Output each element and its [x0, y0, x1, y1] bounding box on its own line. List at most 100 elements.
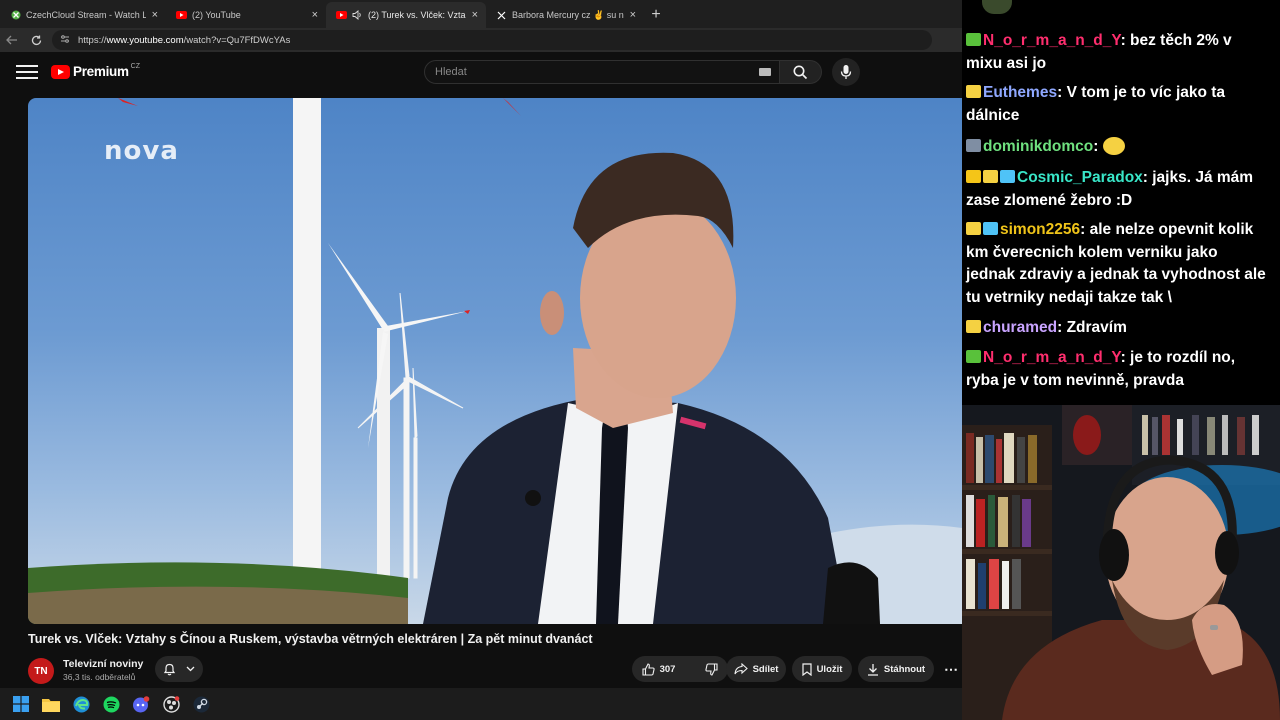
- download-icon: [867, 663, 878, 676]
- close-tab-icon[interactable]: ×: [630, 9, 636, 21]
- share-button[interactable]: Sdílet: [726, 656, 786, 682]
- edge-icon[interactable]: [70, 693, 92, 715]
- steam-icon[interactable]: [190, 693, 212, 715]
- chat-badge-icon: [966, 139, 981, 152]
- windows-start-icon[interactable]: [10, 693, 32, 715]
- save-button[interactable]: Uložit: [792, 656, 852, 682]
- chat-username[interactable]: N_o_r_m_a_n_d_Y: [983, 349, 1121, 366]
- reload-icon: [31, 35, 41, 45]
- chat-badge-icon: [966, 320, 981, 333]
- tab-youtube-home[interactable]: (2) YouTube ×: [166, 2, 326, 28]
- search-button[interactable]: [780, 60, 822, 84]
- tab-title: (2) YouTube: [192, 10, 241, 20]
- chat-username[interactable]: simon2256: [1000, 221, 1080, 238]
- close-tab-icon[interactable]: ×: [312, 9, 318, 21]
- chat-badge-icon: [966, 33, 981, 46]
- tab-title: CzechCloud Stream - Watch Live o: [26, 10, 146, 20]
- channel-avatar[interactable]: TN: [28, 658, 54, 684]
- chat-badge-icon: [983, 170, 998, 183]
- thumbs-down-icon: [705, 662, 718, 676]
- chat-text: Zdravím: [1066, 319, 1127, 336]
- chat-badge-icon: [966, 222, 981, 235]
- hamburger-menu-icon[interactable]: [16, 62, 38, 82]
- url-path: /watch?v=Qu7FfDWcYAs: [183, 34, 291, 46]
- subscriber-count: 36,3 tis. odběratelů: [63, 672, 136, 682]
- video-title: Turek vs. Vlček: Vztahy s Čínou a Ruskem…: [28, 632, 593, 646]
- video-player[interactable]: nova: [28, 98, 962, 624]
- close-tab-icon[interactable]: ×: [472, 9, 478, 21]
- chat-username[interactable]: churamed: [983, 319, 1057, 336]
- chat-message: Euthemes: V tom je to víc jako ta dálnic…: [966, 84, 1226, 124]
- tab-video-active[interactable]: (2) Turek vs. Vlček: Vztahy s Č ×: [326, 2, 486, 28]
- keyboard-icon[interactable]: [759, 68, 771, 76]
- chat-username[interactable]: dominikdomco: [983, 138, 1093, 155]
- video-frame: [28, 98, 962, 624]
- chat-message: simon2256: ale nelze opevnit kolik km čv…: [966, 221, 1266, 306]
- chat-username[interactable]: N_o_r_m_a_n_d_Y: [983, 32, 1121, 49]
- address-bar-row: https://www.youtube.com/watch?v=Qu7FfDWc…: [0, 28, 962, 52]
- chat-message: churamed: Zdravím: [966, 317, 1266, 340]
- chat-badge-icon: [966, 85, 981, 98]
- browser-window: CzechCloud Stream - Watch Live o × (2) Y…: [0, 0, 962, 688]
- reload-button[interactable]: [24, 28, 48, 52]
- voice-search-button[interactable]: [832, 58, 860, 86]
- like-dislike-group: 307: [632, 656, 728, 682]
- channel-watermark: nova: [104, 136, 179, 166]
- site-info-icon[interactable]: [60, 34, 74, 47]
- back-arrow-icon: [6, 35, 17, 45]
- streamer-webcam: [962, 405, 1280, 720]
- tab-title: Barbora Mercury cz ✌️ su na platfo: [512, 9, 624, 20]
- obs-icon[interactable]: [160, 693, 182, 715]
- download-button[interactable]: Stáhnout: [858, 656, 934, 682]
- like-button[interactable]: 307: [632, 656, 686, 682]
- channel-name[interactable]: Televizní noviny: [63, 658, 143, 670]
- tab-x-post[interactable]: Barbora Mercury cz ✌️ su na platfo ×: [486, 2, 644, 28]
- frog-emote-icon: [982, 0, 1012, 14]
- chat-username[interactable]: Euthemes: [983, 84, 1057, 101]
- tab-czechcloud[interactable]: CzechCloud Stream - Watch Live o ×: [0, 2, 166, 28]
- bookmark-icon: [801, 662, 812, 676]
- url-field[interactable]: https://www.youtube.com/watch?v=Qu7FfDWc…: [52, 30, 932, 50]
- bell-icon: [163, 663, 176, 676]
- chevron-down-icon: [186, 666, 195, 672]
- x-icon: [496, 10, 507, 21]
- dislike-button[interactable]: [695, 656, 728, 682]
- chat-message: Cosmic_Paradox: jajks. Já mám zase zlome…: [966, 169, 1254, 209]
- cube-badge-icon: [1000, 170, 1015, 183]
- speaker-icon[interactable]: [352, 10, 363, 21]
- country-code: CZ: [130, 63, 141, 70]
- pepe-emote-icon: [1102, 137, 1125, 155]
- new-tab-button[interactable]: +: [644, 2, 668, 28]
- chat-username[interactable]: Cosmic_Paradox: [1017, 169, 1143, 186]
- search-icon: [793, 65, 808, 79]
- brand-text: Premium: [73, 64, 129, 79]
- microphone-icon: [840, 65, 852, 79]
- spotify-icon[interactable]: [100, 693, 122, 715]
- chat-message: N_o_r_m_a_n_d_Y: bez těch 2% v mixu asi …: [966, 32, 1232, 72]
- discord-icon[interactable]: [130, 693, 152, 715]
- taskbar: [0, 688, 962, 720]
- youtube-premium-logo[interactable]: Premium CZ: [51, 63, 141, 79]
- share-icon: [734, 663, 748, 675]
- cube-badge-icon: [983, 222, 998, 235]
- more-actions-button[interactable]: ⋯: [938, 656, 964, 682]
- save-label: Uložit: [816, 663, 843, 675]
- youtube-icon: [336, 10, 347, 21]
- search-input[interactable]: Hledat: [424, 60, 780, 84]
- url-scheme: https://: [78, 34, 107, 46]
- share-label: Sdílet: [752, 663, 779, 675]
- video-meta-row: TN Televizní noviny 36,3 tis. odběratelů…: [28, 656, 962, 684]
- tab-bar: CzechCloud Stream - Watch Live o × (2) Y…: [0, 0, 962, 28]
- file-explorer-icon[interactable]: [40, 693, 62, 715]
- close-tab-icon[interactable]: ×: [152, 9, 158, 21]
- tab-title: (2) Turek vs. Vlček: Vztahy s Č: [368, 10, 466, 20]
- stream-chat-panel: N_o_r_m_a_n_d_Y: bez těch 2% v mixu asi …: [962, 0, 1280, 405]
- back-button[interactable]: [0, 28, 24, 52]
- notification-settings-button[interactable]: [155, 656, 203, 682]
- youtube-play-icon: [51, 64, 70, 79]
- webcam-frame: [962, 405, 1280, 720]
- chat-badge-icon: [966, 350, 981, 363]
- crown-badge-icon: [966, 170, 981, 183]
- download-label: Stáhnout: [883, 663, 926, 675]
- youtube-icon: [176, 10, 187, 21]
